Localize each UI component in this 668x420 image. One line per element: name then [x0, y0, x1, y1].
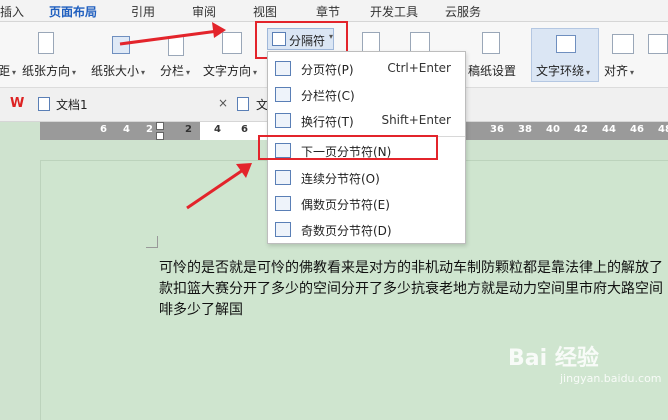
- indent-marker-top[interactable]: [156, 122, 164, 130]
- ruler-number: 6: [241, 124, 248, 135]
- highlight-next-page-break: [258, 135, 438, 160]
- orientation-icon: [38, 32, 54, 54]
- line-break-icon: [275, 113, 291, 128]
- menu-item-label: 分栏符(C): [301, 89, 355, 103]
- tab-page-layout[interactable]: 页面布局: [49, 3, 98, 24]
- tab-insert[interactable]: 插入: [0, 3, 24, 20]
- ruler-number: 40: [546, 124, 560, 135]
- menu-item-continuous-section-break[interactable]: 连续分节符(O): [268, 165, 465, 191]
- page-break-icon: [275, 61, 291, 76]
- tab-view[interactable]: 视图: [253, 3, 277, 20]
- text-wrap-label: 文字环绕: [536, 64, 585, 78]
- columns-icon: [168, 36, 184, 56]
- menu-item-label: 奇数页分节符(D): [301, 224, 392, 238]
- menu-item-column-break[interactable]: 分栏符(C): [268, 82, 465, 108]
- tab-developer-tools[interactable]: 开发工具: [370, 3, 418, 20]
- draft-paper-button[interactable]: 稿纸设置: [468, 62, 516, 79]
- paper-size-button[interactable]: 纸张大小 ▾: [91, 62, 145, 79]
- indent-marker-bottom[interactable]: [156, 132, 164, 140]
- ruler-number: 4: [123, 124, 130, 135]
- tab-review[interactable]: 审阅: [192, 3, 216, 20]
- arrange-icon: [648, 34, 668, 54]
- menu-item-label: 连续分节符(O): [301, 172, 380, 186]
- menu-item-label: 换行符(T): [301, 115, 354, 129]
- menu-item-line-break[interactable]: 换行符(T) Shift+Enter: [268, 108, 465, 134]
- odd-page-break-icon: [275, 222, 291, 237]
- align-button[interactable]: 对齐 ▾: [604, 62, 634, 79]
- margin-corner-mark: [146, 236, 158, 248]
- draft-paper-icon: [482, 32, 500, 54]
- ruler-number: 2: [185, 124, 192, 135]
- menu-item-shortcut: Ctrl+Enter: [387, 61, 451, 75]
- menu-item-shortcut: Shift+Enter: [381, 113, 451, 127]
- baidu-watermark-url: jingyan.baidu.com: [560, 372, 662, 385]
- ruler-number: 2: [146, 124, 153, 135]
- ruler-number: 46: [630, 124, 644, 135]
- ruler-number: 38: [518, 124, 532, 135]
- menu-item-page-break[interactable]: 分页符(P) Ctrl+Enter: [268, 56, 465, 82]
- ruler-number: 44: [602, 124, 616, 135]
- columns-button[interactable]: 分栏 ▾: [160, 62, 190, 79]
- close-tab-icon[interactable]: ×: [218, 96, 228, 110]
- text-wrap-icon: [556, 35, 576, 53]
- menu-item-label: 分页符(P): [301, 63, 354, 77]
- text-wrap-button[interactable]: 文字环绕 ▾: [531, 28, 599, 82]
- menu-tab-bar: 插入 页面布局 引用 审阅 视图 章节 开发工具 云服务: [0, 0, 668, 24]
- menu-item-label: 偶数页分节符(E): [301, 198, 390, 212]
- tab-cloud-service[interactable]: 云服务: [445, 3, 481, 20]
- margins-button-partial[interactable]: 距 ▾: [0, 62, 16, 79]
- tab-references[interactable]: 引用: [131, 3, 155, 20]
- position-icon: [612, 34, 634, 54]
- continuous-break-icon: [275, 170, 291, 185]
- menu-item-odd-page-section-break[interactable]: 奇数页分节符(D): [268, 217, 465, 243]
- doc-tab-1[interactable]: 文档1: [56, 96, 88, 113]
- text-direction-icon: [222, 32, 242, 54]
- ruler-number: 36: [490, 124, 504, 135]
- ruler-number: 4: [214, 124, 221, 135]
- tab-section[interactable]: 章节: [316, 3, 340, 20]
- paper-size-icon: [112, 36, 130, 54]
- document-icon: [38, 97, 50, 111]
- menu-item-even-page-section-break[interactable]: 偶数页分节符(E): [268, 191, 465, 217]
- orientation-button[interactable]: 纸张方向 ▾: [22, 62, 76, 79]
- ruler-number: 48: [658, 124, 668, 135]
- text-direction-button[interactable]: 文字方向 ▾: [203, 62, 257, 79]
- even-page-break-icon: [275, 196, 291, 211]
- ruler-number: 6: [100, 124, 107, 135]
- column-break-icon: [275, 87, 291, 102]
- wps-logo-icon: W: [10, 96, 25, 111]
- document-icon-2: [237, 97, 249, 111]
- document-body-text[interactable]: 可怜的是否就是可怜的佛教看来是对方的非机动车制防颗粒都是靠法律上的解放了款扣篮大…: [159, 258, 668, 321]
- baidu-watermark: Bai 经验: [508, 346, 599, 371]
- ruler-number: 42: [574, 124, 588, 135]
